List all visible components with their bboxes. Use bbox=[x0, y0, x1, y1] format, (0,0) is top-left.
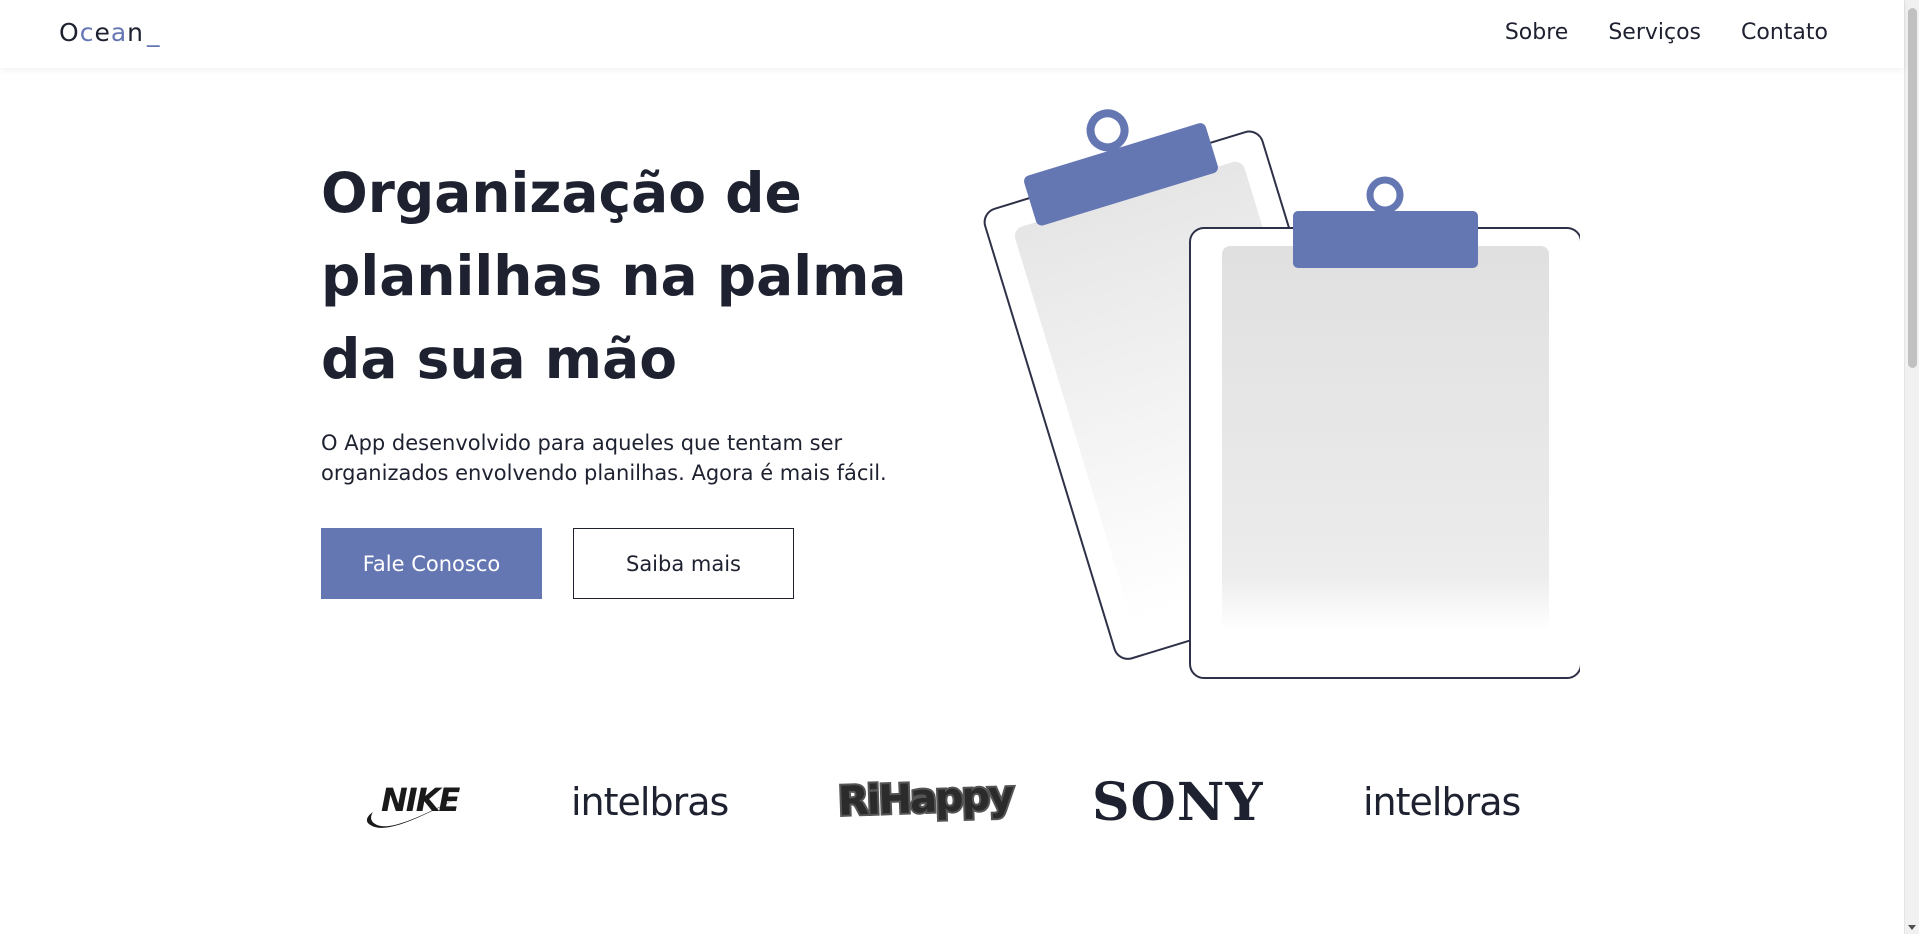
brand-logo-nike: NIKE bbox=[365, 778, 465, 838]
page-scrollbar[interactable] bbox=[1904, 0, 1919, 934]
nav-link-contato[interactable]: Contato bbox=[1741, 20, 1828, 45]
brand-label: NIKE bbox=[381, 781, 460, 819]
brand-logo-rihappy: RiHappy bbox=[835, 771, 1015, 827]
logo-letter: e bbox=[94, 18, 111, 47]
nike-swoosh-icon: NIKE bbox=[366, 781, 462, 828]
brand-logo-intelbras-2: intelbras bbox=[1363, 780, 1521, 824]
site-header: Ocean _ Sobre Serviços Contato bbox=[0, 0, 1904, 68]
page: Ocean _ Sobre Serviços Contato Organizaçã… bbox=[0, 0, 1919, 934]
contact-button[interactable]: Fale Conosco bbox=[321, 528, 542, 599]
logo[interactable]: Ocean _ bbox=[59, 18, 161, 47]
logo-letter: a bbox=[110, 18, 128, 47]
nav-link-sobre[interactable]: Sobre bbox=[1505, 20, 1569, 45]
brand-logo-intelbras: intelbras bbox=[571, 780, 729, 824]
front-clipboard bbox=[1189, 176, 1580, 679]
brand-logo-sony: SONY bbox=[1092, 772, 1264, 833]
logo-letter: c bbox=[79, 18, 95, 47]
scroll-down-arrow-icon[interactable] bbox=[1908, 925, 1916, 930]
main-nav: Sobre Serviços Contato bbox=[1505, 20, 1828, 45]
logo-cursor: _ bbox=[147, 18, 161, 47]
scrollbar-thumb[interactable] bbox=[1908, 8, 1917, 368]
hero-description: O App desenvolvido para aqueles que tent… bbox=[321, 431, 887, 485]
hero-title: Organização de planilhas na palma da sua… bbox=[321, 161, 907, 391]
clipboards-illustration bbox=[983, 109, 1580, 679]
nav-link-servicos[interactable]: Serviços bbox=[1608, 20, 1701, 45]
logo-letter: n bbox=[127, 18, 145, 47]
learn-more-button[interactable]: Saiba mais bbox=[573, 528, 794, 599]
logo-letter: O bbox=[59, 18, 80, 47]
